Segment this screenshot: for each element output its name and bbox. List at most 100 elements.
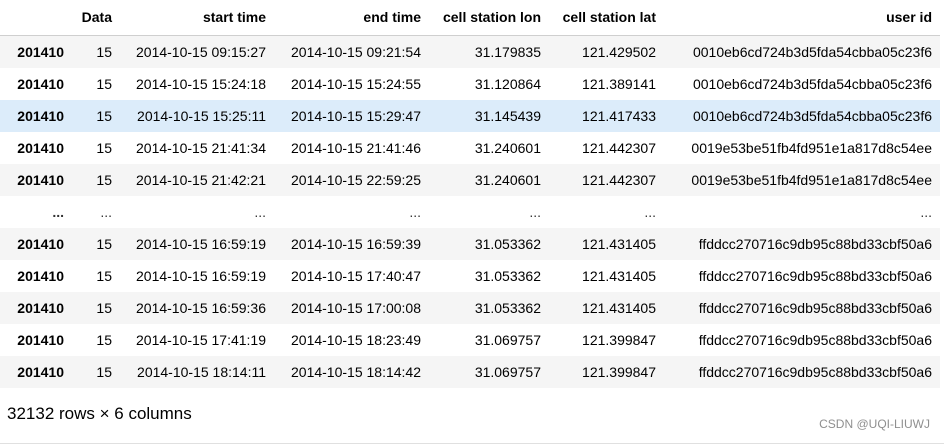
- watermark: CSDN @UQI-LIUWJ: [819, 417, 930, 431]
- cell-user-id: 0019e53be51fb4fd951e1a817d8c54ee: [691, 140, 932, 156]
- row-index: 201410: [17, 332, 64, 348]
- cell-end-time: 2014-10-15 21:41:46: [291, 140, 421, 156]
- row-index: 201410: [17, 108, 64, 124]
- row-index: 201410: [17, 44, 64, 60]
- cell-start-time: ...: [254, 204, 266, 220]
- cell-user-id: ffddcc270716c9db95c88bd33cbf50a6: [698, 364, 932, 380]
- cell-station-lon: 31.240601: [474, 172, 541, 188]
- cell-start-time: 2014-10-15 21:42:21: [136, 172, 266, 188]
- cell-data: 15: [96, 236, 112, 252]
- cell-station-lat: 121.431405: [582, 236, 656, 252]
- cell-data: 15: [96, 44, 112, 60]
- cell-station-lon: 31.179835: [474, 44, 541, 60]
- cell-station-lat: 121.429502: [582, 44, 656, 60]
- cell-start-time: 2014-10-15 18:14:11: [137, 364, 266, 380]
- notebook-output: Data start time end time cell station lo…: [0, 0, 944, 444]
- cell-station-lon: 31.053362: [474, 236, 541, 252]
- column-header-start-time: start time: [120, 0, 274, 36]
- row-index: 201410: [17, 300, 64, 316]
- column-header-cell-station-lat: cell station lat: [549, 0, 664, 36]
- table-row: 201410 15 2014-10-15 18:14:11 2014-10-15 18…: [0, 356, 940, 388]
- cell-station-lat: 121.399847: [582, 332, 656, 348]
- cell-station-lon: 31.145439: [474, 108, 541, 124]
- cell-data: ...: [100, 204, 112, 220]
- cell-user-id: 0019e53be51fb4fd951e1a817d8c54ee: [691, 172, 932, 188]
- table-row: 201410 15 2014-10-15 16:59:19 2014-10-15 16…: [0, 228, 940, 260]
- cell-station-lat: 121.442307: [582, 140, 656, 156]
- cell-station-lon: ...: [529, 204, 541, 220]
- dataframe-table: Data start time end time cell station lo…: [0, 0, 940, 388]
- cell-user-id: ffddcc270716c9db95c88bd33cbf50a6: [698, 268, 932, 284]
- cell-user-id: 0010eb6cd724b3d5fda54cbba05c23f6: [692, 76, 932, 92]
- header-row: Data start time end time cell station lo…: [0, 0, 940, 36]
- row-index: 201410: [17, 76, 64, 92]
- cell-user-id: ffddcc270716c9db95c88bd33cbf50a6: [698, 332, 932, 348]
- cell-end-time: 2014-10-15 15:29:47: [291, 108, 421, 124]
- cell-start-time: 2014-10-15 21:41:34: [136, 140, 266, 156]
- cell-end-time: ...: [409, 204, 421, 220]
- cell-station-lat: 121.442307: [582, 172, 656, 188]
- table-row: 201410 15 2014-10-15 16:59:36 2014-10-15 17…: [0, 292, 940, 324]
- cell-start-time: 2014-10-15 16:59:19: [136, 236, 266, 252]
- column-header-end-time: end time: [274, 0, 429, 36]
- cell-start-time: 2014-10-15 09:15:27: [136, 44, 266, 60]
- cell-station-lon: 31.053362: [474, 300, 541, 316]
- column-header-data: Data: [72, 0, 120, 36]
- cell-data: 15: [96, 108, 112, 124]
- cell-data: 15: [96, 172, 112, 188]
- cell-data: 15: [96, 332, 112, 348]
- cell-data: 15: [96, 140, 112, 156]
- cell-start-time: 2014-10-15 16:59:36: [136, 300, 266, 316]
- row-index: ...: [52, 204, 64, 220]
- table-row: 201410 15 2014-10-15 09:15:27 2014-10-15 09…: [0, 35, 940, 68]
- cell-start-time: 2014-10-15 17:41:19: [136, 332, 266, 348]
- cell-user-id: 0010eb6cd724b3d5fda54cbba05c23f6: [692, 44, 932, 60]
- shape-summary: 32132 rows × 6 columns: [7, 404, 192, 423]
- row-index: 201410: [17, 140, 64, 156]
- cell-station-lat: 121.389141: [582, 76, 656, 92]
- cell-start-time: 2014-10-15 16:59:19: [136, 268, 266, 284]
- table-row: 201410 15 2014-10-15 17:41:19 2014-10-15 18…: [0, 324, 940, 356]
- cell-station-lon: 31.240601: [474, 140, 541, 156]
- cell-user-id: 0010eb6cd724b3d5fda54cbba05c23f6: [692, 108, 932, 124]
- row-index: 201410: [17, 236, 64, 252]
- cell-end-time: 2014-10-15 17:00:08: [291, 300, 421, 316]
- cell-data: 15: [96, 364, 112, 380]
- table-row: 201410 15 2014-10-15 21:41:34 2014-10-15 21…: [0, 132, 940, 164]
- ellipsis-row: .....................: [0, 196, 940, 228]
- cell-end-time: 2014-10-15 16:59:39: [291, 236, 421, 252]
- table-body: 201410 15 2014-10-15 09:15:27 2014-10-15 09…: [0, 35, 940, 388]
- cell-station-lon: 31.069757: [474, 332, 541, 348]
- cell-start-time: 2014-10-15 15:24:18: [136, 76, 266, 92]
- cell-station-lat: 121.431405: [582, 300, 656, 316]
- cell-user-id: ffddcc270716c9db95c88bd33cbf50a6: [698, 236, 932, 252]
- row-index: 201410: [17, 172, 64, 188]
- cell-end-time: 2014-10-15 18:23:49: [291, 332, 421, 348]
- cell-station-lon: 31.053362: [474, 268, 541, 284]
- table-row: 201410 15 2014-10-15 15:25:11 2014-10-15 15…: [0, 100, 940, 132]
- table-row: 201410 15 2014-10-15 16:59:19 2014-10-15 17…: [0, 260, 940, 292]
- cell-data: 15: [96, 76, 112, 92]
- cell-end-time: 2014-10-15 17:40:47: [291, 268, 421, 284]
- cell-data: 15: [96, 300, 112, 316]
- cell-station-lon: 31.120864: [474, 76, 541, 92]
- cell-user-id: ffddcc270716c9db95c88bd33cbf50a6: [698, 300, 932, 316]
- cell-end-time: 2014-10-15 15:24:55: [291, 76, 421, 92]
- cell-station-lon: 31.069757: [474, 364, 541, 380]
- column-header-cell-station-lon: cell station lon: [429, 0, 549, 36]
- cell-data: 15: [96, 268, 112, 284]
- cell-end-time: 2014-10-15 22:59:25: [291, 172, 421, 188]
- cell-end-time: 2014-10-15 09:21:54: [291, 44, 421, 60]
- column-header-user-id: user id: [664, 0, 940, 36]
- cell-station-lat: 121.431405: [582, 268, 656, 284]
- cell-user-id: ...: [920, 204, 932, 220]
- cell-end-time: 2014-10-15 18:14:42: [291, 364, 421, 380]
- cell-station-lat: 121.399847: [582, 364, 656, 380]
- row-index: 201410: [17, 364, 64, 380]
- cell-station-lat: 121.417433: [582, 108, 656, 124]
- index-header: [0, 0, 72, 36]
- cell-station-lat: ...: [644, 204, 656, 220]
- table-row: 201410 15 2014-10-15 21:42:21 2014-10-15 22…: [0, 164, 940, 196]
- table-row: 201410 15 2014-10-15 15:24:18 2014-10-15 15…: [0, 68, 940, 100]
- row-index: 201410: [17, 268, 64, 284]
